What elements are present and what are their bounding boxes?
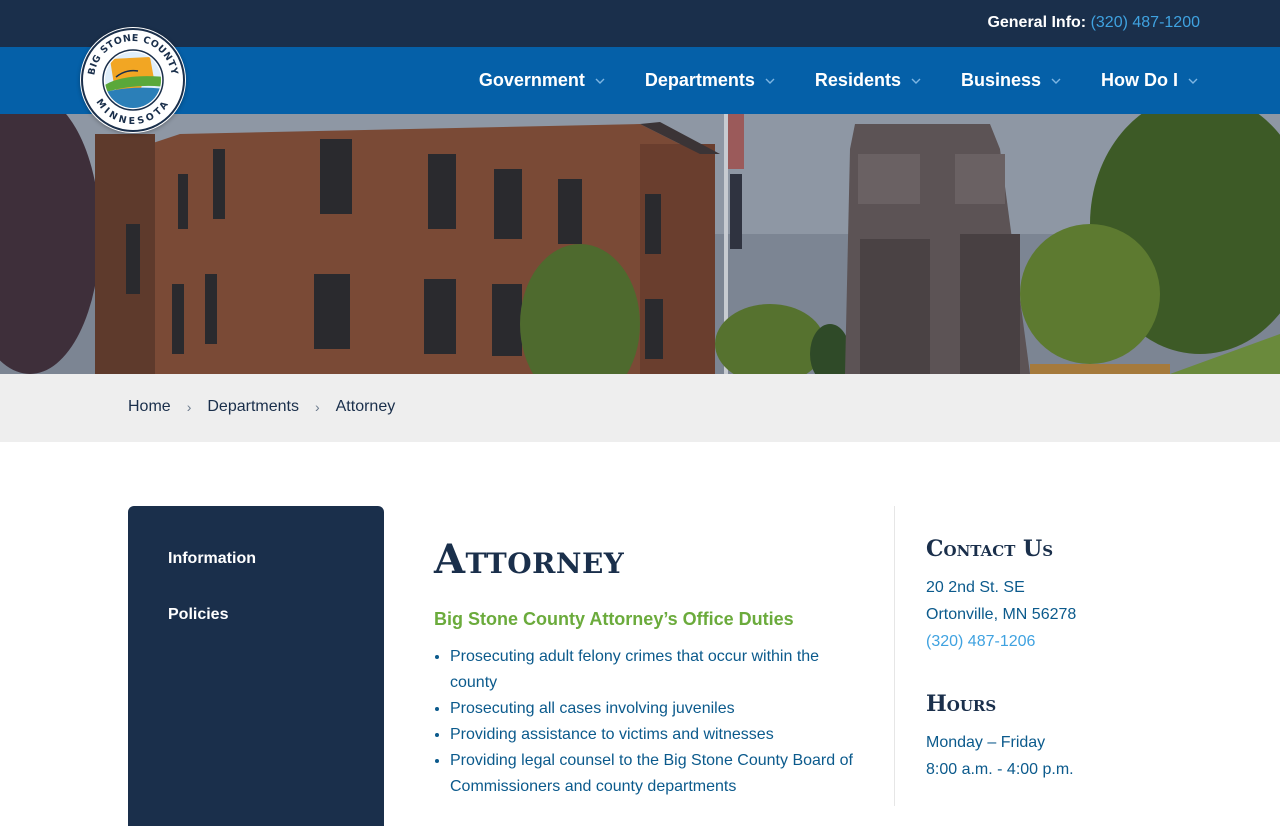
chevron-right-icon: › (314, 399, 320, 415)
top-bar: General Info: (320) 487-1200 (0, 0, 1280, 47)
nav-item-label: Business (960, 70, 1041, 90)
nav-item-residents[interactable]: Residents (815, 70, 921, 91)
chevron-down-icon (1188, 78, 1198, 84)
nav-item-business[interactable]: Business (961, 70, 1061, 91)
contact-aside: Contact Us 20 2nd St. SE Ortonville, MN … (926, 536, 1226, 783)
general-info: General Info: (320) 487-1200 (987, 14, 1200, 32)
sidebar-item-policies[interactable]: Policies (168, 606, 228, 624)
nav-item-label: How Do I (1101, 70, 1178, 90)
courthouse-photo (0, 114, 1280, 374)
county-seal-logo[interactable]: BIG STONE COUNTY MINNESOTA (80, 27, 186, 133)
hours-heading: Hours (926, 691, 997, 717)
main-nav: Government Departments Residents Busines… (439, 47, 1198, 114)
county-seal-graphic: BIG STONE COUNTY MINNESOTA (81, 28, 185, 132)
chevron-down-icon (765, 78, 775, 84)
content-divider (894, 506, 895, 806)
list-item: Prosecuting all cases involving juvenile… (450, 696, 854, 722)
duties-heading: Big Stone County Attorney’s Office Dutie… (434, 609, 794, 629)
nav-item-government[interactable]: Government (479, 70, 605, 91)
main-content: Attorney Big Stone County Attorney’s Off… (434, 536, 854, 800)
breadcrumb-current: Attorney (335, 398, 396, 415)
contact-phone-link[interactable]: (320) 487-1206 (926, 628, 1226, 655)
general-info-label: General Info: (987, 14, 1087, 31)
sidebar-nav: Information Policies (128, 506, 384, 826)
nav-item-label: Residents (814, 70, 901, 90)
breadcrumb: Home › Departments › Attorney (128, 398, 395, 416)
hero-image (0, 114, 1280, 374)
address-line-1: 20 2nd St. SE (926, 579, 1025, 596)
chevron-down-icon (911, 78, 921, 84)
duties-list: Prosecuting adult felony crimes that occ… (434, 644, 854, 800)
breadcrumb-home-link[interactable]: Home (128, 398, 171, 416)
general-info-phone-link[interactable]: (320) 487-1200 (1091, 14, 1200, 31)
contact-heading: Contact Us (926, 536, 1054, 562)
nav-item-label: Departments (644, 70, 755, 90)
chevron-down-icon (595, 78, 605, 84)
chevron-down-icon (1051, 78, 1061, 84)
list-item: Providing assistance to victims and witn… (450, 722, 854, 748)
nav-item-how-do-i[interactable]: How Do I (1101, 70, 1198, 91)
nav-item-label: Government (478, 70, 585, 90)
address-line-2: Ortonville, MN 56278 (926, 606, 1077, 623)
breadcrumb-departments-link[interactable]: Departments (207, 398, 299, 416)
nav-item-departments[interactable]: Departments (645, 70, 775, 91)
sidebar-item-information[interactable]: Information (168, 550, 256, 568)
breadcrumb-bar: Home › Departments › Attorney (0, 374, 1280, 442)
hours-days: Monday – Friday (926, 734, 1046, 751)
list-item: Providing legal counsel to the Big Stone… (450, 748, 854, 800)
hours-time: 8:00 a.m. - 4:00 p.m. (926, 761, 1074, 778)
main-navbar: Government Departments Residents Busines… (0, 47, 1280, 114)
page-title: Attorney (434, 536, 625, 583)
chevron-right-icon: › (186, 399, 192, 415)
list-item: Prosecuting adult felony crimes that occ… (450, 644, 854, 696)
